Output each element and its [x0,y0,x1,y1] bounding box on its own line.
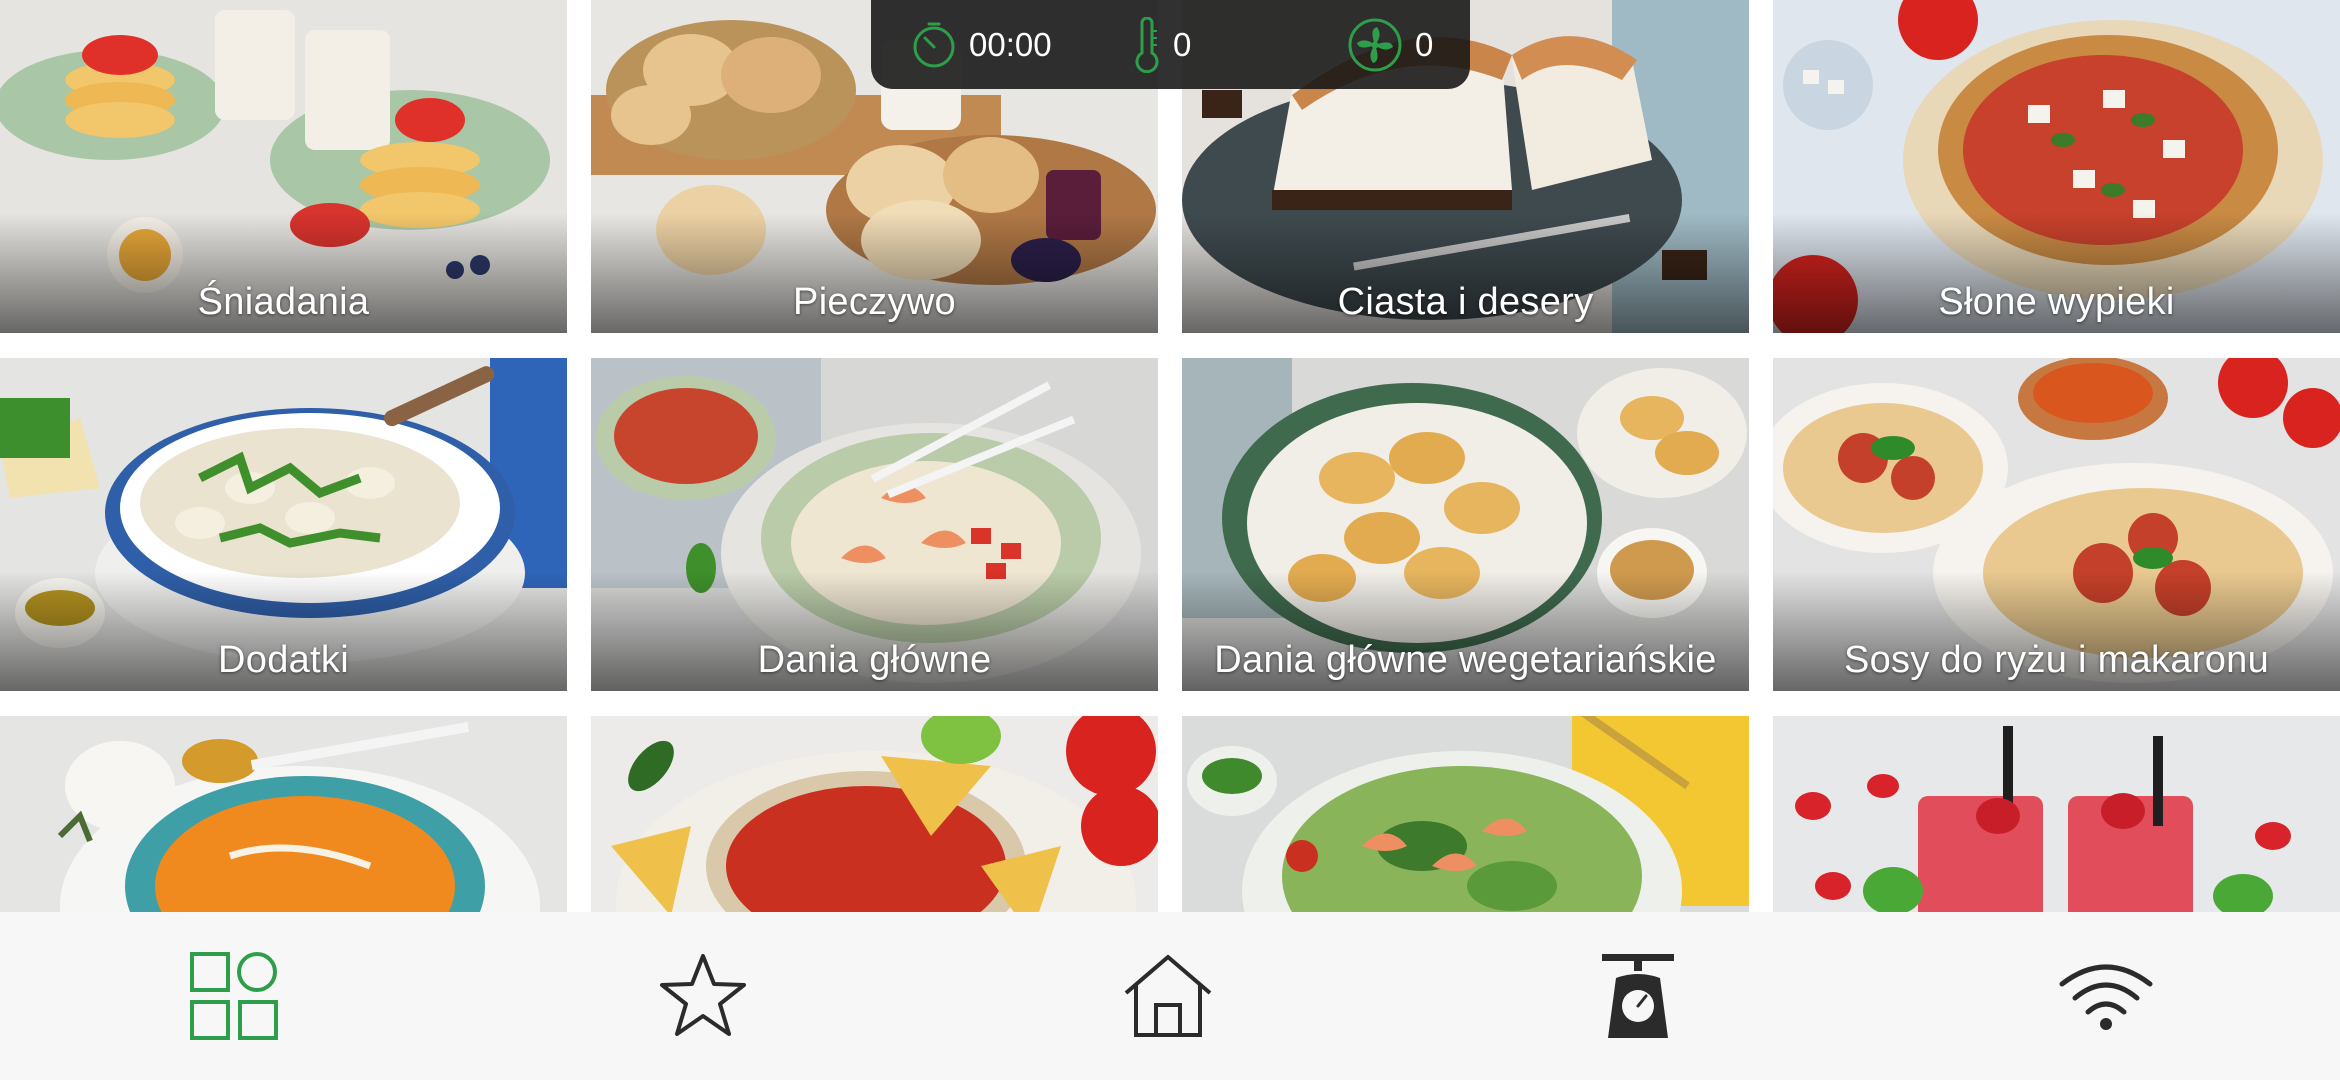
temperature-status: 0 [1133,0,1191,89]
category-grid: Śniadania Pieczywo Ciasta i desery Słone… [0,0,2340,912]
category-grid-area[interactable]: Śniadania Pieczywo Ciasta i desery Słone… [0,0,2340,912]
category-label: Ciasta i desery [1337,281,1594,323]
thermometer-icon [1135,16,1159,73]
wifi-icon [2059,964,2153,1030]
timer-icon [913,22,955,67]
nav-wifi-button[interactable] [2006,912,2206,1080]
fan-icon [1348,18,1402,71]
device-status-bar: 00:00 0 0 [871,0,1470,89]
category-label: Sosy do ryżu i makaronu [1843,639,2270,681]
timer-status: 00:00 [911,0,1052,89]
nav-categories-button[interactable] [134,912,334,1080]
nav-home-button[interactable] [1068,912,1268,1080]
category-label: Dodatki [218,639,349,681]
category-tile-vegetarian-main-dishes[interactable]: Dania główne wegetariańskie [1182,358,1749,691]
speed-value: 0 [1415,25,1434,63]
category-tile-sauces-rice-pasta[interactable]: Sosy do ryżu i makaronu [1773,358,2340,691]
kitchen-scale-icon [1602,954,1674,1038]
category-tile-salads[interactable] [1182,716,1749,912]
grid-icon [190,952,278,1040]
category-tile-drinks[interactable] [1773,716,2340,912]
category-tile-savory-bakes[interactable]: Słone wypieki [1773,0,2340,333]
category-tile-sides[interactable]: Dodatki [0,358,567,691]
category-label: Dania główne wegetariańskie [1214,639,1717,681]
category-label: Śniadania [197,281,370,323]
category-tile-breakfast[interactable]: Śniadania [0,0,567,333]
strawberry-drink-photo [1773,716,2340,912]
star-icon [660,954,746,1036]
temperature-value: 0 [1173,25,1192,63]
category-label: Dania główne [757,639,992,681]
category-label: Pieczywo [793,281,956,323]
category-label: Słone wypieki [1938,281,2175,323]
category-tile-main-dishes[interactable]: Dania główne [591,358,1158,691]
pumpkin-soup-photo [0,716,567,912]
home-icon [1124,955,1212,1037]
speed-status: 0 [1347,0,1433,89]
shrimp-salad-photo [1182,716,1749,912]
category-tile-soups[interactable] [0,716,567,912]
category-tile-dips[interactable] [591,716,1158,912]
bottom-navigation [0,912,2340,1080]
nav-scale-button[interactable] [1538,912,1738,1080]
nav-favorites-button[interactable] [603,912,803,1080]
timer-value: 00:00 [969,25,1052,63]
salsa-nachos-photo [591,716,1158,912]
